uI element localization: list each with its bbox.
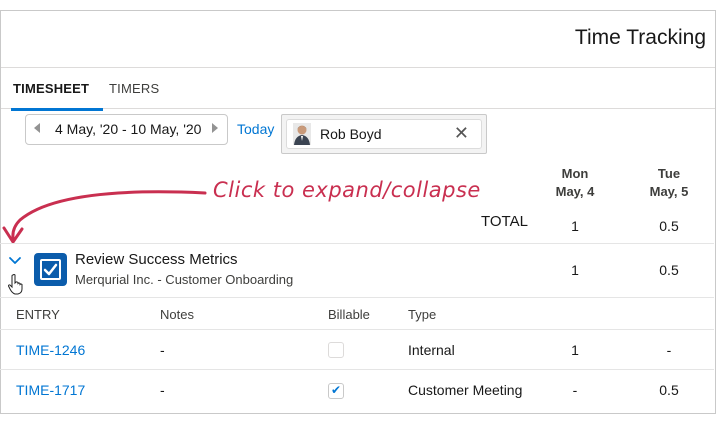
day-header-dow: Mon: [561, 166, 589, 181]
panel-header: Time Tracking: [1, 11, 715, 68]
hand-cursor-icon: [7, 274, 23, 295]
divider: [0, 243, 714, 244]
chevron-down-icon[interactable]: [8, 254, 22, 266]
user-name: Rob Boyd: [320, 126, 382, 142]
annotation-label: Click to expand/collapse: [213, 178, 481, 202]
check-icon: [43, 263, 58, 276]
user-lookup[interactable]: Rob Boyd ✕: [281, 114, 487, 154]
day-header-date: May, 4: [555, 184, 595, 199]
entry-type: Internal: [408, 342, 455, 358]
tab-timers-label: TIMERS: [109, 81, 160, 96]
column-header-billable: Billable: [328, 307, 370, 322]
entry-link[interactable]: TIME-1717: [16, 382, 85, 398]
entry-value-mon: 1: [571, 342, 579, 358]
day-header-tue: Tue May, 5: [629, 165, 709, 201]
date-range-picker[interactable]: 4 May, '20 - 10 May, '20: [25, 114, 228, 145]
day-header-mon: Mon May, 4: [535, 165, 615, 201]
entry-value-tue: 0.5: [659, 382, 679, 398]
day-header-dow: Tue: [657, 166, 681, 181]
total-value-mon: 1: [571, 218, 579, 234]
entry-notes: -: [160, 382, 165, 398]
active-tab-indicator: [11, 108, 104, 111]
check-icon: ✔: [331, 383, 342, 397]
divider: [0, 329, 714, 330]
total-value-tue: 0.5: [659, 218, 679, 234]
chevron-right-icon[interactable]: [212, 123, 218, 133]
column-header-notes: Notes: [160, 307, 194, 322]
date-range-label: 4 May, '20 - 10 May, '20: [55, 121, 202, 137]
total-label: TOTAL: [481, 213, 528, 230]
tab-bar: TIMESHEET TIMERS: [1, 69, 715, 111]
task-checkbox-icon: [34, 253, 67, 286]
tab-timesheet-label: TIMESHEET: [13, 81, 90, 96]
tab-timesheet[interactable]: TIMESHEET: [11, 81, 104, 111]
entry-value-tue: -: [666, 342, 672, 358]
today-link[interactable]: Today: [237, 121, 274, 137]
entry-link[interactable]: TIME-1246: [16, 342, 85, 358]
close-icon[interactable]: ✕: [454, 123, 469, 143]
user-pill[interactable]: Rob Boyd ✕: [286, 119, 482, 149]
divider: [0, 369, 714, 370]
billable-checkbox[interactable]: ✔: [328, 383, 344, 399]
chevron-left-icon[interactable]: [34, 123, 40, 133]
entry-notes: -: [160, 342, 165, 358]
column-header-entry: ENTRY: [16, 307, 60, 322]
time-tracking-panel: Time Tracking TIMESHEET TIMERS: [0, 10, 716, 414]
avatar: [293, 123, 311, 145]
divider: [0, 297, 714, 298]
task-title: Review Success Metrics: [75, 251, 238, 268]
task-value-tue: 0.5: [659, 262, 679, 278]
entry-type: Customer Meeting: [408, 382, 523, 398]
task-checkbox-frame: [40, 259, 61, 280]
page-title: Time Tracking: [574, 26, 706, 49]
column-header-type: Type: [408, 307, 437, 322]
tab-timers[interactable]: TIMERS: [109, 81, 159, 96]
day-header-date: May, 5: [649, 184, 689, 199]
task-value-mon: 1: [571, 262, 579, 278]
entry-value-mon: -: [572, 382, 578, 398]
task-subtitle: Merqurial Inc. - Customer Onboarding: [75, 272, 294, 287]
billable-checkbox[interactable]: [328, 342, 344, 358]
